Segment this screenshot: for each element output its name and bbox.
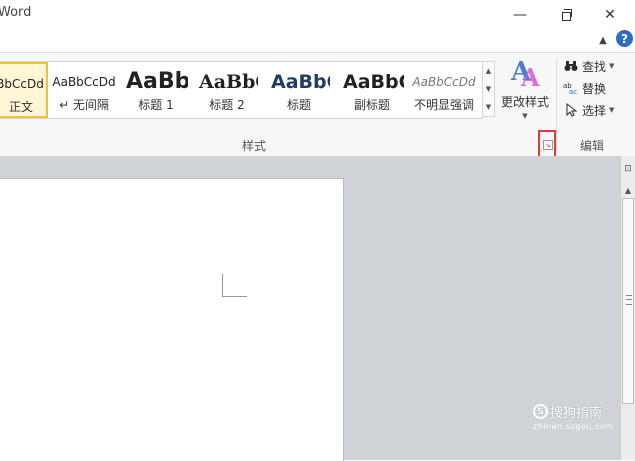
gallery-more-button[interactable]: ▼ <box>483 98 494 116</box>
replace-button[interactable]: ab ac 替换 <box>563 79 606 97</box>
style-name: 副标题 <box>353 98 390 112</box>
binoculars-icon <box>563 58 579 74</box>
replace-icon: ab ac <box>563 80 579 96</box>
cursor-arrow-icon <box>563 102 579 118</box>
minimize-icon: — <box>513 7 527 23</box>
margin-corner-mark <box>222 274 247 297</box>
editing-group-label: 编辑 <box>580 139 605 153</box>
window-title: Word <box>0 5 32 20</box>
style-item-heading-2[interactable]: AaBbC 标题 2 <box>196 62 258 118</box>
more-icon: ▼ <box>485 103 492 111</box>
style-sample: AaBbC <box>271 71 330 93</box>
find-label: 查找 <box>582 59 607 74</box>
ruler-icon: ⊡ <box>624 164 632 174</box>
chevron-down-icon: ▼ <box>522 112 528 120</box>
gallery-scrollbar: ▲ ▼ ▼ <box>482 61 495 117</box>
ribbon-tab-row <box>0 30 635 52</box>
sogou-logo-icon: S <box>533 404 548 419</box>
change-styles-button[interactable]: AA 更改样式 ▼ <box>498 55 552 131</box>
document-page[interactable] <box>0 178 344 461</box>
arrow-down-icon: ▼ <box>485 85 492 93</box>
style-sample: AaBbCcDd <box>412 75 476 89</box>
view-ruler-button[interactable]: ⊡ <box>622 162 634 176</box>
style-name: 不明显强调 <box>413 98 474 112</box>
arrow-up-icon: ▲ <box>485 67 492 75</box>
style-sample: BbCcDd <box>0 77 44 91</box>
find-button[interactable]: 查找 ▼ <box>563 57 614 75</box>
watermark-text: 搜狗指南 <box>550 406 603 421</box>
chevron-down-icon: ▼ <box>609 62 615 70</box>
style-item-no-spacing[interactable]: AaBbCcDd ↵ 无间隔 <box>50 62 118 118</box>
select-button[interactable]: 选择 ▼ <box>563 101 614 119</box>
help-icon: ? <box>621 31 628 46</box>
minimize-button[interactable]: — <box>505 4 535 26</box>
gallery-scroll-up-button[interactable]: ▲ <box>483 62 494 80</box>
style-item-normal[interactable]: BbCcDd 正文 <box>0 62 48 118</box>
style-item-heading-1[interactable]: AaBb 标题 1 <box>124 62 188 118</box>
svg-text:ac: ac <box>569 88 577 95</box>
group-divider <box>556 59 557 151</box>
style-item-title[interactable]: AaBbC 标题 <box>268 62 330 118</box>
styles-gallery: BbCcDd 正文 AaBbCcDd ↵ 无间隔 AaBb 标题 1 AaBbC… <box>0 61 483 119</box>
grip-icon <box>626 295 632 305</box>
select-label: 选择 <box>582 103 607 118</box>
restore-button[interactable] <box>551 4 581 26</box>
replace-label: 替换 <box>582 81 607 96</box>
watermark-url: zhinan.sogou.com <box>533 422 614 431</box>
help-button[interactable]: ? <box>616 30 633 47</box>
title-bar: Word — ✕ <box>0 0 635 30</box>
style-item-subtle-emphasis[interactable]: AaBbCcDd 不明显强调 <box>410 62 478 118</box>
scroll-thumb[interactable] <box>622 198 634 404</box>
change-styles-icon: AA <box>511 57 540 92</box>
style-item-subtitle[interactable]: AaBbC 副标题 <box>340 62 404 118</box>
change-styles-label: 更改样式 <box>500 95 549 109</box>
style-sample: AaBbCcDd <box>52 75 116 89</box>
arrow-up-icon: ▲ <box>624 185 632 195</box>
style-sample: AaBb <box>126 70 188 94</box>
watermark: S 搜狗指南 zhinan.sogou.com <box>533 402 613 431</box>
close-icon: ✕ <box>604 7 616 23</box>
style-name: 标题 1 <box>138 98 174 112</box>
style-name: ↵ 无间隔 <box>59 98 109 112</box>
style-name: 标题 2 <box>209 98 245 112</box>
style-name: 正文 <box>8 100 33 114</box>
chevron-up-icon: ▲ <box>599 34 607 46</box>
close-button[interactable]: ✕ <box>595 4 625 26</box>
collapse-ribbon-button[interactable]: ▲ <box>596 33 610 47</box>
style-name: 标题 <box>286 98 311 112</box>
styles-group-label: 样式 <box>242 139 267 153</box>
style-sample: AaBbC <box>343 71 404 93</box>
vertical-scrollbar[interactable]: ⊡ ▲ <box>620 156 635 460</box>
restore-icon <box>561 8 572 21</box>
gallery-scroll-down-button[interactable]: ▼ <box>483 80 494 98</box>
style-sample: AaBbC <box>199 71 258 93</box>
highlight-annotation-box <box>538 130 556 159</box>
chevron-down-icon: ▼ <box>609 106 615 114</box>
scroll-up-button[interactable]: ▲ <box>622 184 634 196</box>
document-workspace <box>0 156 620 461</box>
